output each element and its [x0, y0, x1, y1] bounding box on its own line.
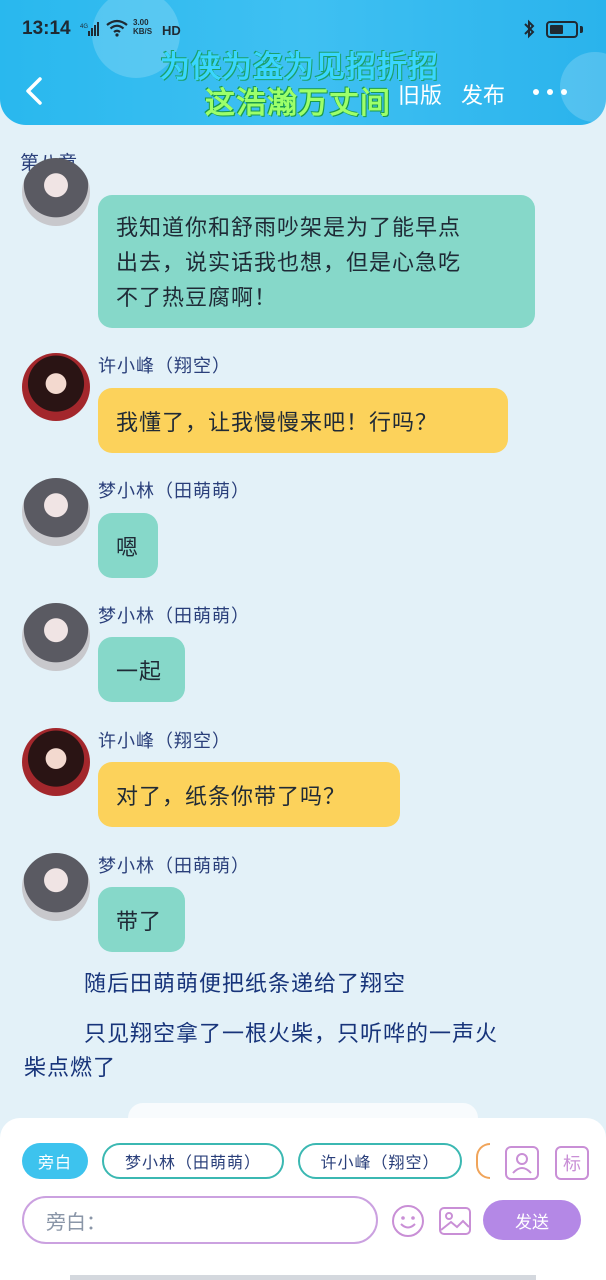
more-dot [547, 89, 553, 95]
status-time: 13:14 [22, 18, 71, 39]
chat-message[interactable]: 我知道你和舒雨吵架是为了能早点 出去，说实话我也想，但是心急吃 不了热豆腐啊！ [98, 195, 535, 328]
hd-indicator: HD [162, 23, 181, 38]
page-title-line2: 这浩瀚万丈间 [205, 86, 391, 121]
speaker-name: 梦小林（田萌萌） [98, 481, 250, 502]
narration-text[interactable]: 柴点燃了 [24, 1051, 116, 1087]
battery-icon [546, 21, 578, 38]
chat-message[interactable]: 我懂了，让我慢慢来吧！行吗？ [98, 388, 508, 453]
speaker-name: 许小峰（翔空） [98, 356, 231, 377]
chip-character-2[interactable]: 许小峰（翔空） [298, 1143, 462, 1179]
home-indicator [70, 1275, 536, 1280]
network-speed: 3.00 KB/S [133, 18, 153, 36]
image-icon[interactable] [438, 1204, 472, 1238]
back-button[interactable] [20, 74, 50, 108]
avatar[interactable] [22, 728, 90, 796]
chat-message[interactable]: 带了 [98, 887, 185, 952]
mark-icon[interactable]: 标 [555, 1146, 589, 1180]
person-icon[interactable] [505, 1146, 539, 1180]
avatar[interactable] [22, 158, 90, 226]
more-dot [533, 89, 539, 95]
speaker-name: 许小峰（翔空） [98, 731, 231, 752]
svg-text:4G: 4G [80, 24, 88, 30]
chat-message[interactable]: 一起 [98, 637, 185, 702]
battery-level [550, 25, 563, 34]
chip-character-1[interactable]: 梦小林（田萌萌） [102, 1143, 284, 1179]
battery-tip [580, 26, 583, 33]
bluetooth-icon [524, 19, 535, 39]
chip-character-more[interactable] [476, 1143, 490, 1179]
more-dot [561, 89, 567, 95]
chip-narrator[interactable]: 旁白 [22, 1143, 88, 1179]
old-version-button[interactable]: 旧版 [398, 78, 442, 110]
signal-icon: 4G [80, 22, 99, 36]
more-menu-button[interactable] [533, 80, 569, 104]
emoji-icon[interactable] [391, 1204, 425, 1238]
avatar[interactable] [22, 353, 90, 421]
speaker-name: 梦小林（田萌萌） [98, 606, 250, 627]
speaker-name: 梦小林（田萌萌） [98, 856, 250, 877]
send-button[interactable]: 发送 [483, 1200, 581, 1240]
message-input[interactable]: 旁白： [22, 1196, 378, 1244]
chat-message[interactable]: 嗯 [98, 513, 158, 578]
composer-panel: 旁白 梦小林（田萌萌） 许小峰（翔空） 标 旁白： 发送 [0, 1118, 606, 1280]
wifi-icon [106, 19, 128, 37]
avatar[interactable] [22, 603, 90, 671]
publish-button[interactable]: 发布 [461, 78, 505, 110]
avatar[interactable] [22, 853, 90, 921]
app-header: 13:14 4G 3.00 KB/S HD 为侠为盗为见招折招 这浩瀚万丈间 旧… [0, 0, 606, 125]
avatar[interactable] [22, 478, 90, 546]
narration-text[interactable]: 只见翔空拿了一根火柴，只听哗的一声火 [84, 1017, 498, 1053]
chat-message[interactable]: 对了，纸条你带了吗？ [98, 762, 400, 827]
narration-text[interactable]: 随后田萌萌便把纸条递给了翔空 [84, 967, 406, 1003]
